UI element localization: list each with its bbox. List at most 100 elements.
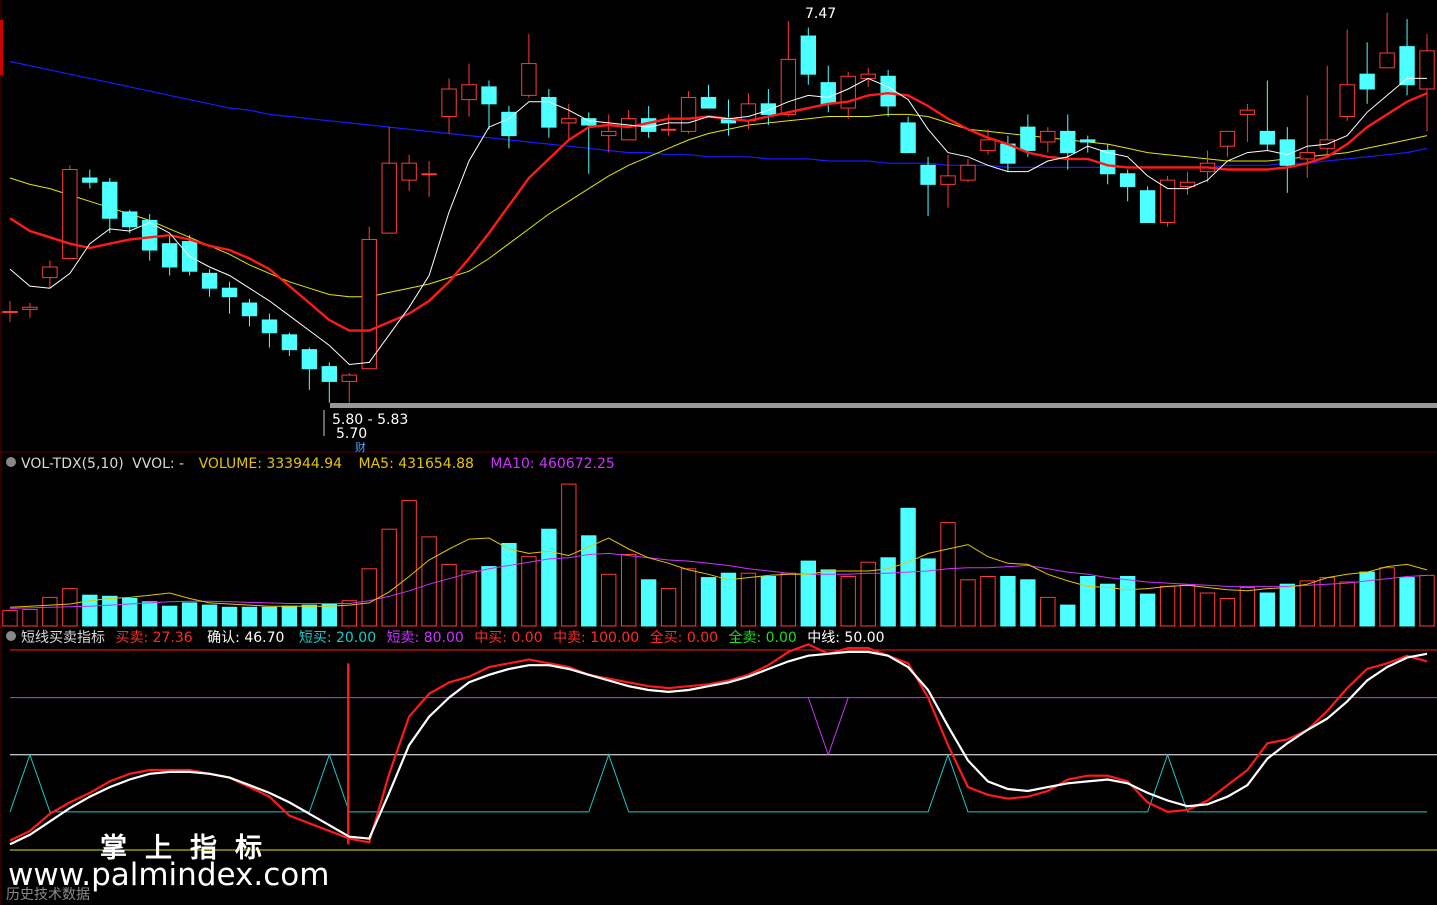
stock-chart[interactable]: 7.47 5.80 - 5.83 5.70 财 VOL-TDX(5,10) VV… <box>0 0 1437 905</box>
candle-body <box>1159 179 1176 223</box>
candle-body <box>660 128 677 131</box>
candle-body <box>1419 50 1435 90</box>
candle-body <box>102 181 118 219</box>
volume-bar <box>22 609 38 627</box>
volume-bar <box>720 572 737 627</box>
price-low-label: 5.70 <box>336 426 367 442</box>
volume-bar <box>700 577 717 627</box>
volume-bar <box>1239 587 1256 627</box>
volume-bar <box>221 606 238 627</box>
volume-bar <box>780 572 797 627</box>
volume-bar <box>441 563 457 627</box>
volume-bar <box>880 557 896 627</box>
volume-bar <box>1100 583 1116 627</box>
volume-bar <box>1259 592 1276 627</box>
candle-body <box>1339 84 1355 118</box>
volume-bar <box>980 576 996 627</box>
volume-bar <box>960 579 976 627</box>
volume-bar <box>102 595 118 627</box>
candle-body <box>401 162 417 181</box>
volume-bar <box>621 554 637 627</box>
volume-bar <box>461 570 477 627</box>
candle-body <box>1080 139 1096 143</box>
price-high-label: 7.47 <box>805 6 836 22</box>
candle-body <box>601 130 617 137</box>
candle-body <box>281 334 298 351</box>
scroll-marker <box>0 20 3 75</box>
candle-body <box>1379 52 1395 69</box>
volume-bar <box>800 560 816 627</box>
volume-bar <box>1060 604 1076 627</box>
volume-bar <box>1159 585 1176 627</box>
volume-bar <box>321 603 337 627</box>
finance-tag[interactable]: 财 <box>355 440 366 454</box>
candle-body <box>780 58 797 115</box>
volume-bar <box>820 569 836 627</box>
candle-body <box>361 238 377 370</box>
candle-body <box>22 306 38 310</box>
candle-body <box>421 173 437 176</box>
candle-body <box>1179 181 1196 187</box>
candle-body <box>161 243 178 268</box>
candle-body <box>381 162 397 234</box>
volume-bar <box>1299 580 1315 627</box>
watermark-subtitle: 历史技术数据 <box>6 887 90 903</box>
full-sell-value: 全卖: 0.00 <box>728 629 796 646</box>
mid-buy-value: 中买: 0.00 <box>474 630 542 646</box>
candle-body <box>900 122 916 154</box>
volume-bar <box>1279 583 1295 627</box>
full-buy-value: 全买: 0.00 <box>650 629 718 646</box>
volume-bar <box>1179 584 1196 627</box>
candle-body <box>940 175 956 185</box>
candle-body <box>241 302 258 317</box>
volume-bar <box>241 606 258 627</box>
candle-body <box>1040 130 1056 143</box>
volume-bar <box>1020 579 1036 627</box>
candle-body <box>341 374 357 382</box>
volume-bar <box>1000 576 1016 627</box>
candle-body <box>820 82 836 105</box>
candle-body <box>1219 130 1236 147</box>
candle-body <box>760 103 777 115</box>
vvol-value: VVOL: - <box>132 456 184 472</box>
volume-bar <box>521 556 537 627</box>
volume-bar <box>1080 576 1096 627</box>
volume-bar <box>161 605 178 627</box>
candle-body <box>521 63 537 96</box>
volume-bar <box>900 507 916 627</box>
candle-body <box>700 96 717 109</box>
volume-bar <box>601 573 617 627</box>
candle-body <box>860 73 876 79</box>
volume-bar <box>421 536 437 627</box>
buy-sell-value: 买卖: 27.36 <box>115 630 192 646</box>
collapse-icon[interactable] <box>6 631 16 641</box>
vol-ma10-value: MA10: 460672.25 <box>490 456 614 472</box>
volume-bar <box>680 568 697 627</box>
confirm-value: 确认: 46.70 <box>207 630 284 646</box>
collapse-icon[interactable] <box>6 457 16 467</box>
volume-bar <box>860 561 876 627</box>
volume-bar <box>740 572 757 627</box>
indicator-name: 短线买卖指标 <box>21 630 105 646</box>
candle-body <box>42 266 58 279</box>
volume-bar <box>1399 577 1415 627</box>
volume-bar <box>301 604 318 627</box>
mid-line-value: 中线: 50.00 <box>807 630 884 646</box>
candle-body <box>201 272 218 289</box>
volume-bar <box>42 596 58 627</box>
volume-bar <box>181 602 198 627</box>
candle-body <box>740 103 757 122</box>
candle-body <box>301 349 318 370</box>
volume-bar <box>760 576 777 627</box>
range-reference-bar <box>330 403 1437 408</box>
volume-bar <box>1219 598 1236 627</box>
volume-bar <box>201 604 218 627</box>
candle-body <box>441 88 457 118</box>
candle-body <box>1020 126 1036 151</box>
candle-body <box>880 75 896 107</box>
volume-bar <box>940 522 956 627</box>
candle-body <box>621 118 637 141</box>
volume-bar <box>1040 596 1056 627</box>
volume-bar <box>142 601 158 627</box>
volume-value: VOLUME: 333944.94 <box>199 456 343 472</box>
